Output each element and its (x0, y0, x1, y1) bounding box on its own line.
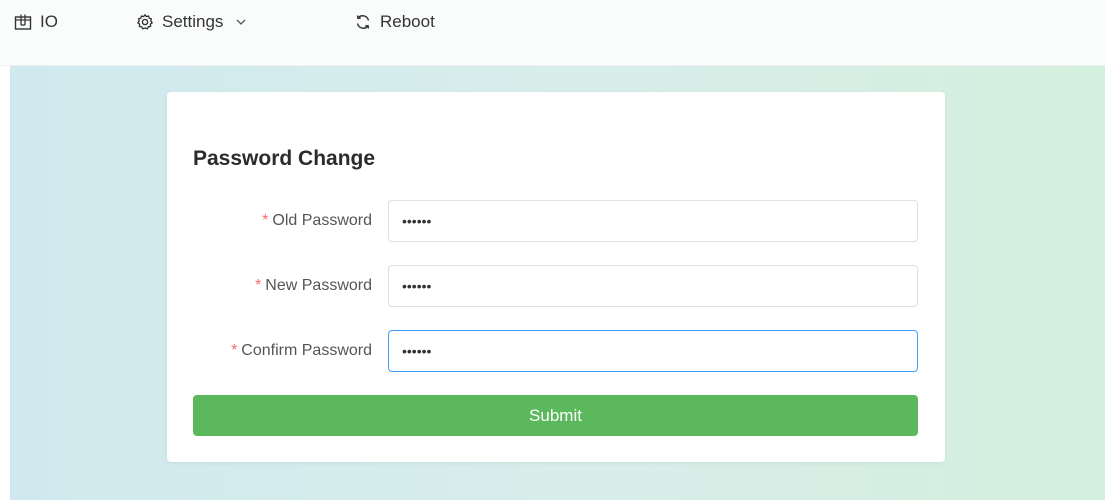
nav-item-reboot-label: Reboot (380, 12, 435, 31)
form-row-confirm-password: * Confirm Password (167, 330, 945, 372)
refresh-icon (354, 13, 372, 31)
form-row-new-password: * New Password (167, 265, 945, 307)
old-password-label: * Old Password (262, 212, 372, 229)
page-title: Password Change (193, 147, 376, 170)
required-marker: * (255, 277, 262, 294)
gear-icon (136, 13, 154, 31)
chevron-down-icon (235, 16, 247, 28)
nav-item-reboot[interactable]: Reboot (354, 10, 435, 34)
nav-item-settings-label: Settings (162, 12, 224, 31)
password-change-card: Password Change * Old Password * New Passw… (167, 92, 945, 462)
form-row-old-password: * Old Password (167, 200, 945, 242)
confirm-password-label: * Confirm Password (231, 342, 372, 359)
new-password-input[interactable] (388, 265, 918, 307)
nav-item-io[interactable]: IO (14, 10, 58, 34)
page: IO Settings Reboot Password Change * Old… (0, 0, 1105, 500)
top-nav-bar: IO Settings Reboot (0, 0, 1105, 66)
required-marker: * (262, 212, 269, 229)
nav-item-io-label: IO (40, 12, 58, 31)
new-password-label: * New Password (255, 277, 372, 294)
confirm-password-input[interactable] (388, 330, 918, 372)
io-port-icon (14, 13, 32, 31)
nav-item-settings[interactable]: Settings (136, 10, 247, 34)
old-password-input[interactable] (388, 200, 918, 242)
required-marker: * (231, 342, 238, 359)
submit-button[interactable]: Submit (193, 395, 918, 436)
